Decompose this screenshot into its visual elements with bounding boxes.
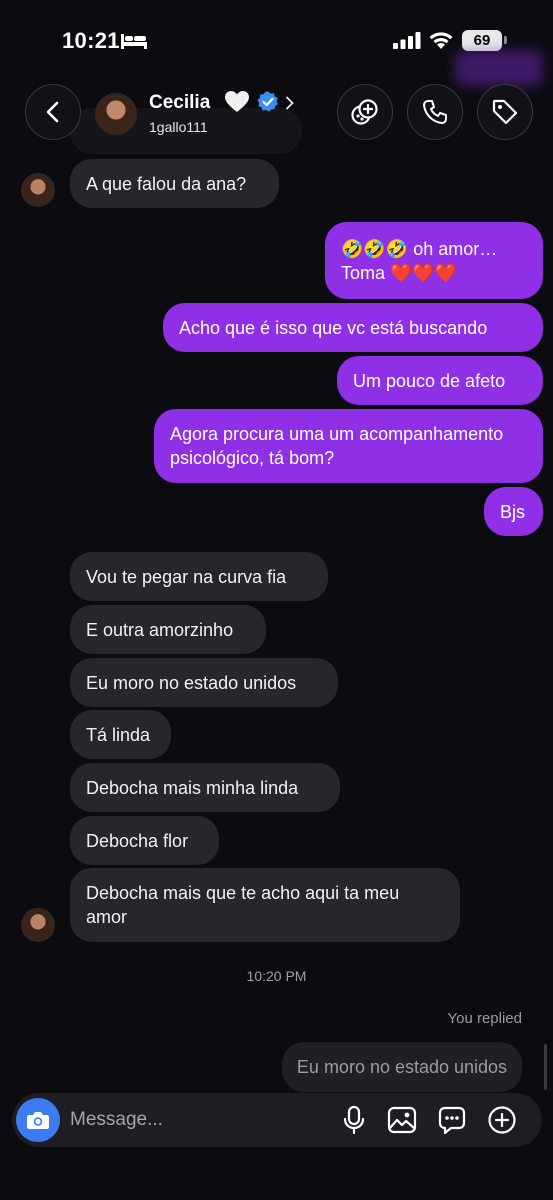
message-timestamp: 10:20 PM	[246, 968, 307, 984]
sticker-icon	[438, 1106, 466, 1135]
add-button[interactable]	[486, 1104, 518, 1136]
chat-screen: 10:21 69 Cecilia 1gallo111 A que falou d…	[0, 0, 553, 1200]
outgoing-message[interactable]: Um pouco de afeto	[337, 356, 543, 405]
contact-name[interactable]: Cecilia	[149, 92, 210, 114]
replied-label: You replied	[447, 1010, 522, 1027]
microphone-icon	[343, 1105, 365, 1135]
incoming-message[interactable]: Debocha mais que te acho aqui ta meu amo…	[70, 868, 460, 942]
status-bar: 10:21 69	[0, 0, 553, 86]
camera-icon	[27, 1112, 49, 1129]
voice-call-button[interactable]	[407, 84, 463, 140]
contact-username[interactable]: 1gallo111	[149, 119, 208, 135]
signal-icon	[393, 32, 421, 49]
plus-icon	[488, 1106, 516, 1134]
video-call-icon	[351, 99, 378, 125]
status-time: 10:21	[62, 28, 120, 53]
incoming-message[interactable]: Eu moro no estado unidos	[70, 658, 338, 707]
incoming-message[interactable]: A que falou da ana?	[70, 159, 279, 208]
battery-cap	[504, 36, 507, 44]
home-indicator-area	[0, 1150, 553, 1200]
outgoing-message[interactable]: Acho que é isso que vc está buscando	[163, 303, 543, 352]
incoming-message[interactable]: Debocha mais minha linda	[70, 763, 340, 812]
back-icon	[46, 101, 59, 123]
microphone-button[interactable]	[338, 1104, 370, 1136]
outgoing-message[interactable]: 🤣🤣🤣 oh amor… Toma ❤️❤️❤️	[325, 222, 543, 299]
incoming-message[interactable]: Debocha flor	[70, 816, 219, 865]
verified-icon	[257, 91, 278, 112]
background-glow	[455, 50, 543, 86]
chevron-right-icon[interactable]	[285, 96, 295, 110]
gallery-button[interactable]	[386, 1104, 418, 1136]
back-button[interactable]	[25, 84, 81, 140]
reply-quote[interactable]: Eu moro no estado unidos	[282, 1042, 522, 1092]
chat-header: Cecilia 1gallo111	[0, 84, 553, 144]
contact-avatar-small[interactable]	[21, 173, 55, 207]
tag-icon	[492, 99, 518, 125]
incoming-message[interactable]: Vou te pegar na curva fia	[70, 552, 328, 601]
incoming-message[interactable]: Tá linda	[70, 710, 171, 759]
heart-icon	[225, 91, 249, 112]
sleep-focus-icon	[121, 34, 147, 49]
message-text: 🤣🤣🤣 oh amor… Toma ❤️❤️❤️	[341, 238, 498, 283]
contact-avatar[interactable]	[95, 93, 137, 135]
outgoing-message[interactable]: Bjs	[484, 487, 543, 536]
reply-indicator-bar	[544, 1044, 547, 1090]
tag-button[interactable]	[477, 84, 533, 140]
outgoing-message[interactable]: Agora procura uma um acompanhamento psic…	[154, 409, 543, 483]
incoming-message[interactable]: E outra amorzinho	[70, 605, 266, 654]
battery-indicator: 69	[462, 30, 502, 51]
camera-button[interactable]	[16, 1098, 60, 1142]
wifi-icon	[429, 32, 453, 49]
video-call-button[interactable]	[337, 84, 393, 140]
phone-icon	[423, 100, 447, 124]
message-composer	[12, 1093, 542, 1147]
sticker-button[interactable]	[436, 1104, 468, 1136]
contact-avatar-small[interactable]	[21, 908, 55, 942]
image-icon	[387, 1106, 417, 1134]
message-input[interactable]	[70, 1105, 320, 1135]
